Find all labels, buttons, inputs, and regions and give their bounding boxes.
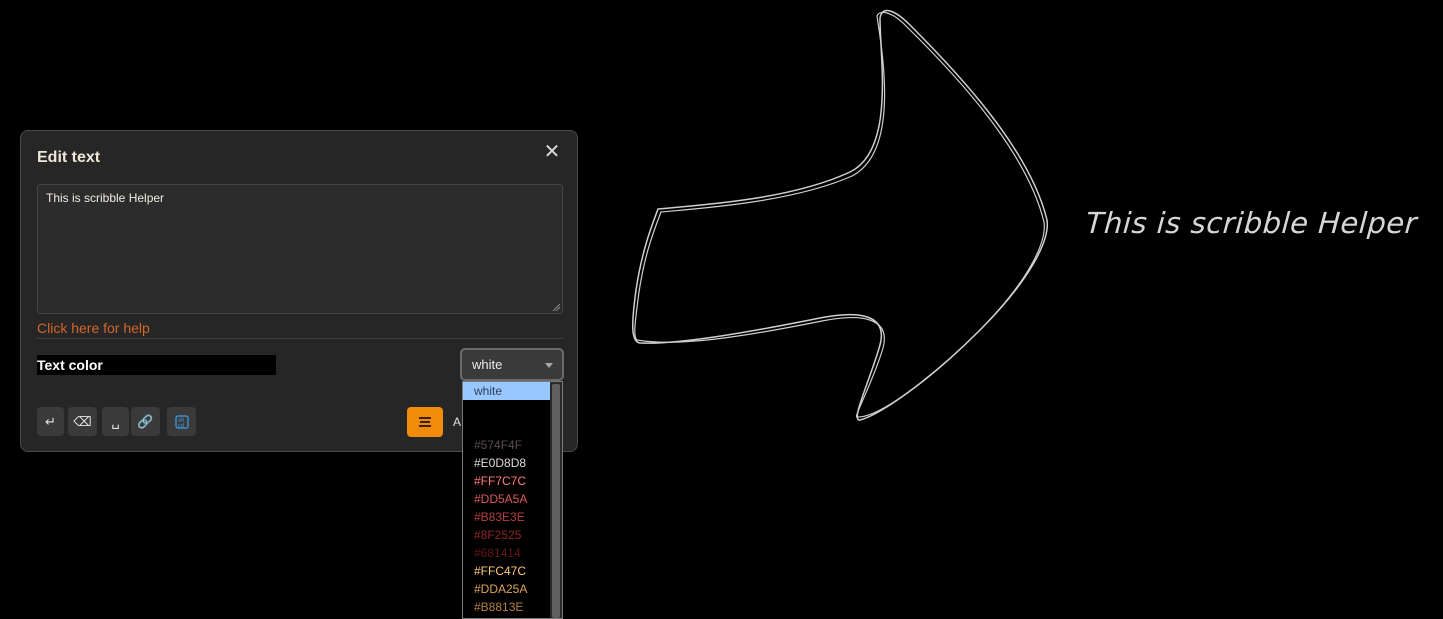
dropdown-scroll-thumb[interactable] bbox=[552, 384, 560, 618]
color-option[interactable]: #681414 bbox=[463, 544, 550, 562]
color-dropdown-list[interactable]: white #574F4F #E0D8D8 #FF7C7C #DD5A5A #B83E3E… bbox=[462, 381, 563, 619]
color-option[interactable]: #574F4F bbox=[463, 436, 550, 454]
help-link[interactable]: Click here for help bbox=[37, 320, 150, 336]
dialog-title: Edit text bbox=[37, 149, 101, 166]
text-color-select[interactable]: white bbox=[460, 348, 564, 381]
color-option[interactable]: #8F2525 bbox=[463, 526, 550, 544]
dropdown-scrollbar[interactable] bbox=[550, 382, 562, 618]
format-button-partial[interactable]: A bbox=[453, 407, 461, 437]
color-option[interactable]: #FF7C7C bbox=[463, 472, 550, 490]
color-option[interactable]: #B8813E bbox=[463, 598, 550, 616]
text-color-select-value: white bbox=[472, 357, 503, 372]
close-icon[interactable]: ✕ bbox=[541, 141, 563, 163]
color-option[interactable] bbox=[463, 418, 550, 436]
text-input-value: This is scribble Helper bbox=[46, 191, 165, 205]
align-center-icon[interactable] bbox=[407, 407, 443, 437]
abcd-icon[interactable]: ab cd bbox=[167, 407, 196, 436]
link-icon[interactable]: 🔗 bbox=[131, 407, 160, 436]
divider bbox=[37, 338, 563, 339]
color-option[interactable]: #E0D8D8 bbox=[463, 454, 550, 472]
color-option[interactable] bbox=[463, 400, 550, 418]
color-option[interactable]: white bbox=[463, 382, 550, 400]
color-option[interactable]: #FFC47C bbox=[463, 562, 550, 580]
svg-text:cd: cd bbox=[178, 423, 184, 429]
text-input[interactable]: This is scribble Helper bbox=[37, 184, 563, 314]
enter-icon[interactable]: ↵ bbox=[37, 407, 64, 436]
space-icon[interactable]: ␣ bbox=[102, 407, 129, 436]
text-color-label: Text color bbox=[37, 355, 276, 375]
backspace-icon[interactable]: ⌫ bbox=[68, 407, 97, 436]
resize-grip-icon[interactable] bbox=[552, 303, 560, 311]
color-option[interactable]: #DD5A5A bbox=[463, 490, 550, 508]
canvas-text[interactable]: This is scribble Helper bbox=[1085, 206, 1419, 240]
chevron-down-icon bbox=[545, 363, 553, 368]
color-option[interactable]: #B83E3E bbox=[463, 508, 550, 526]
color-option[interactable]: #DDA25A bbox=[463, 580, 550, 598]
